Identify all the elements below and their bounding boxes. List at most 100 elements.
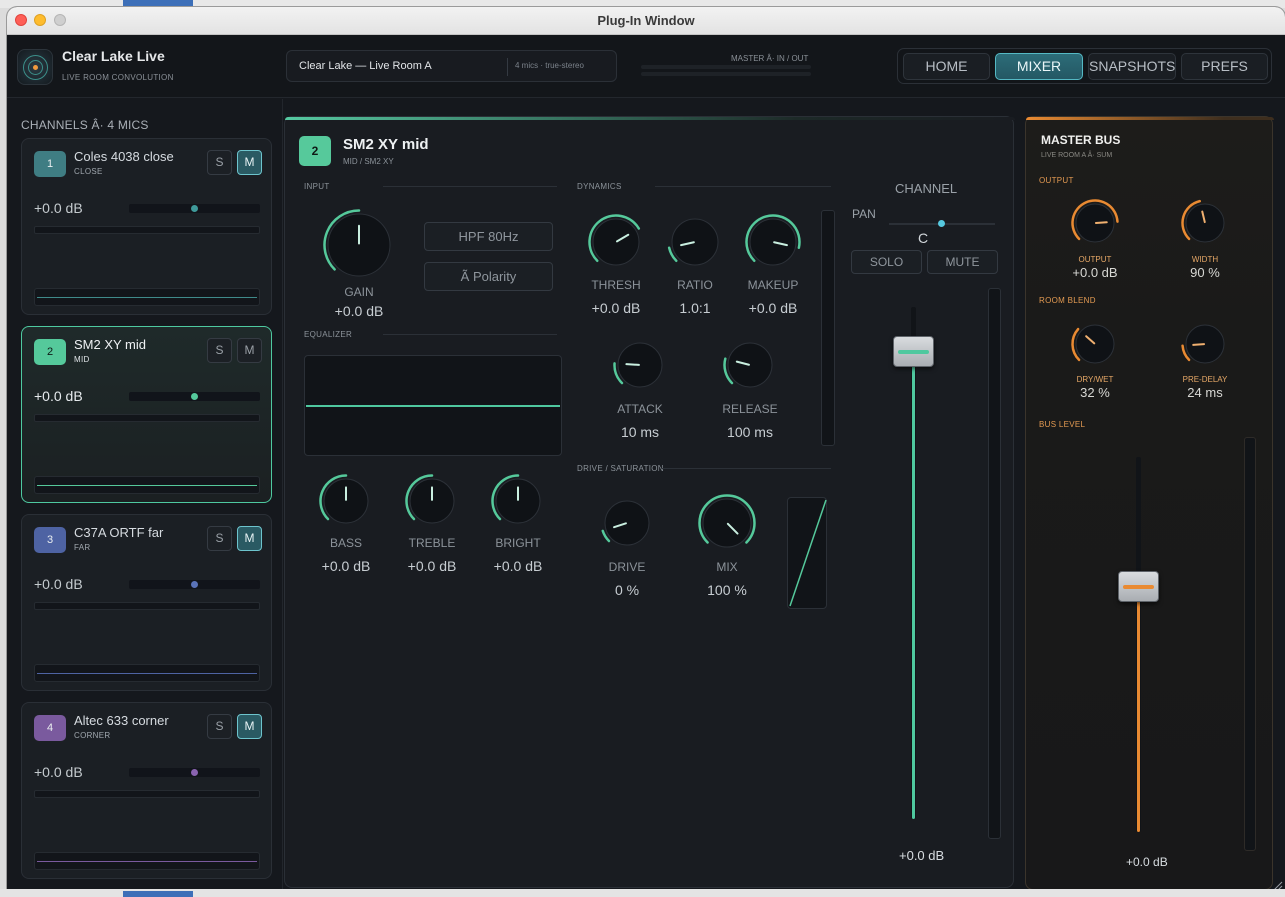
strip-mute-button[interactable]: MUTE: [927, 250, 998, 274]
channel-list: CHANNELS Â· 4 MICS 1 Coles 4038 close CL…: [7, 99, 283, 893]
pre-delay-label: PRE-DELAY: [1182, 375, 1228, 384]
channel-name: Altec 633 corner: [74, 713, 169, 728]
mute-button[interactable]: M: [237, 150, 262, 175]
drive-knob[interactable]: [599, 495, 655, 551]
release-knob[interactable]: [722, 337, 778, 393]
attack-knob[interactable]: [612, 337, 668, 393]
knob-graphic: [1071, 199, 1119, 243]
knob-graphic: [323, 209, 391, 277]
bass-value: +0.0 dB: [321, 558, 371, 574]
pan-slider-handle[interactable]: [938, 220, 945, 227]
knob-graphic: [667, 218, 719, 266]
channel-pan-slider[interactable]: [129, 204, 260, 213]
knob-graphic: [698, 494, 756, 548]
channel-meter: [34, 226, 260, 234]
master-title: MASTER BUS: [1041, 133, 1121, 147]
width-knob[interactable]: [1180, 198, 1230, 248]
section-equalizer: EQUALIZER: [304, 330, 353, 339]
drive-value: 0 %: [614, 582, 640, 598]
channel-pan-slider[interactable]: [129, 768, 260, 777]
knob-pointer: [1192, 343, 1206, 346]
treble-knob[interactable]: [404, 473, 460, 529]
bright-value: +0.0 dB: [493, 558, 543, 574]
app-logo-icon: [17, 49, 53, 85]
channel-number: 1: [34, 151, 66, 177]
app-name: Clear Lake Live: [62, 48, 165, 64]
master-out-meter: [641, 72, 811, 76]
knob-graphic: [319, 474, 369, 524]
tab-mixer[interactable]: MIXER: [995, 53, 1083, 80]
polarity-button[interactable]: Ã Polarity: [424, 262, 553, 291]
mute-button[interactable]: M: [237, 714, 262, 739]
knob-body: [727, 342, 773, 388]
dry-wet-knob[interactable]: [1070, 319, 1120, 369]
mute-button[interactable]: M: [237, 338, 262, 363]
window-title: Plug-In Window: [597, 13, 695, 28]
eq-curve: [306, 405, 560, 407]
solo-button[interactable]: S: [207, 150, 232, 175]
pre-delay-knob[interactable]: [1180, 319, 1230, 369]
bass-knob[interactable]: [318, 473, 374, 529]
channel-fader-handle[interactable]: [893, 335, 934, 367]
channel-pan-slider[interactable]: [129, 392, 260, 401]
solo-button[interactable]: S: [207, 526, 232, 551]
preset-selector[interactable]: Clear Lake — Live Room A 4 mics · true-s…: [286, 50, 617, 82]
desktop-background-bottom: [0, 889, 1285, 897]
channel-level-meter: [988, 288, 1001, 839]
drive-label: DRIVE: [608, 560, 646, 574]
pan-handle[interactable]: [191, 393, 198, 400]
ratio-knob[interactable]: [666, 213, 724, 271]
mix-knob[interactable]: [697, 493, 757, 553]
solo-button[interactable]: S: [207, 714, 232, 739]
knob-graphic: [723, 342, 773, 388]
channel-title: CHANNEL: [895, 181, 958, 196]
knob-graphic: [613, 342, 663, 388]
solo-button[interactable]: S: [207, 338, 232, 363]
width-label: WIDTH: [1191, 255, 1219, 264]
channel-meter: [34, 414, 260, 422]
mix-value: 100 %: [707, 582, 747, 598]
treble-value: +0.0 dB: [407, 558, 457, 574]
pan-handle[interactable]: [191, 581, 198, 588]
eq-curve-display[interactable]: [304, 355, 562, 456]
mute-button[interactable]: M: [237, 526, 262, 551]
gain-knob[interactable]: [322, 208, 396, 282]
pan-handle[interactable]: [191, 769, 198, 776]
channel-gain: +0.0 dB: [34, 388, 83, 404]
knob-pointer: [1094, 221, 1108, 224]
master-output-knob[interactable]: [1070, 198, 1120, 248]
channel-card-4[interactable]: 4 Altec 633 corner CORNER S M +0.0 dB: [21, 702, 272, 879]
plugin-app: Clear Lake Live LIVE ROOM CONVOLUTION Cl…: [7, 35, 1285, 893]
knob-body: [702, 498, 752, 548]
makeup-knob[interactable]: [744, 213, 802, 271]
channel-gain: +0.0 dB: [34, 576, 83, 592]
title-bar[interactable]: Plug-In Window: [7, 7, 1285, 35]
tab-snapshots[interactable]: SNAPSHOTS: [1088, 53, 1176, 80]
strip-solo-button[interactable]: SOLO: [851, 250, 922, 274]
section-drive: DRIVE / SATURATION: [577, 464, 664, 473]
channel-card-2[interactable]: 2 SM2 XY mid MID S M +0.0 dB: [21, 326, 272, 503]
threshold-knob[interactable]: [587, 213, 645, 271]
bright-knob[interactable]: [490, 473, 546, 529]
channel-fader-fill: [912, 350, 915, 819]
channel-pan-slider[interactable]: [129, 580, 260, 589]
knob-graphic: [745, 214, 801, 266]
strip-channel-sub: MID / SM2 XY: [343, 157, 394, 166]
app-subtitle: LIVE ROOM CONVOLUTION: [62, 73, 174, 82]
pan-handle[interactable]: [191, 205, 198, 212]
channel-card-1[interactable]: 1 Coles 4038 close CLOSE S M +0.0 dB: [21, 138, 272, 315]
master-fader-handle[interactable]: [1118, 570, 1159, 602]
hpf-button[interactable]: HPF 80Hz: [424, 222, 553, 251]
knob-body: [323, 478, 369, 524]
channel-strip: 2 SM2 XY mid MID / SM2 XY INPUT EQUALIZE…: [284, 116, 1015, 888]
attack-value: 10 ms: [620, 424, 660, 440]
saturation-curve-display: [787, 497, 827, 609]
dry-wet-value: 32 %: [1080, 385, 1110, 400]
pan-value: C: [918, 230, 929, 246]
tab-prefs[interactable]: PREFS: [1181, 53, 1268, 80]
channel-card-3[interactable]: 3 C37A ORTF far FAR S M +0.0 dB: [21, 514, 272, 691]
mix-label: MIX: [716, 560, 738, 574]
tab-home[interactable]: HOME: [903, 53, 990, 80]
knob-body: [749, 218, 797, 266]
master-fader-fill: [1137, 585, 1140, 832]
